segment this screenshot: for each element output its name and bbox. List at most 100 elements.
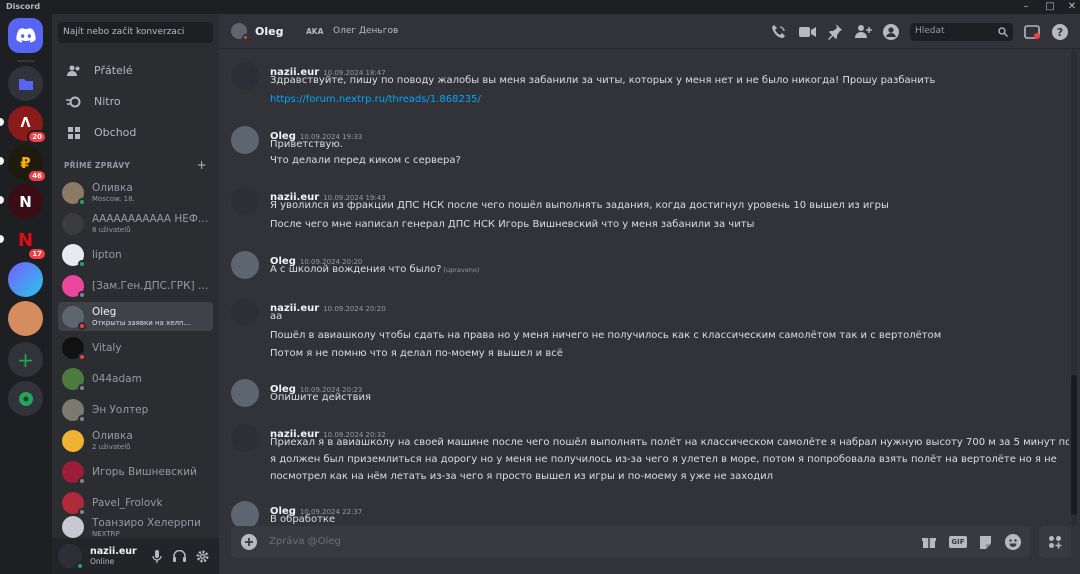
message-composer[interactable]: Zpráva @Oleg GIF (231, 526, 1030, 558)
message-text: Здравствуйте, пишу по поводу жалобы вы м… (270, 75, 936, 86)
avatar (62, 429, 84, 452)
status-online (76, 562, 84, 570)
dm-item-active[interactable]: Oleg Открыты заявки на хелп… (58, 302, 213, 331)
message-text-content: А с школой вождения что было? (270, 264, 442, 275)
headphones-icon[interactable] (172, 549, 186, 563)
dm-item[interactable]: Тоанзиро Хелеррпи NEXTRP (58, 516, 213, 538)
app-title: Discord (6, 2, 41, 11)
video-call-icon[interactable] (798, 23, 816, 41)
message-text: Пошёл в авиашколу чтобы сдать на права н… (270, 330, 942, 341)
server-icon-5[interactable] (8, 262, 43, 297)
message-avatar[interactable] (231, 251, 259, 279)
dm-item[interactable]: Эн Уолтер (58, 395, 213, 424)
gif-icon[interactable]: GIF (949, 534, 967, 550)
scrollbar-thumb[interactable] (1071, 375, 1077, 515)
edited-label: (upraveno) (443, 266, 480, 274)
dm-item[interactable]: Vitaly (58, 333, 213, 362)
server-icon-3[interactable]: N (8, 184, 43, 219)
nav-friends-label: Přátelé (94, 64, 133, 77)
user-profile-icon[interactable] (882, 23, 900, 41)
minimize-icon[interactable]: – (1014, 1, 1038, 13)
pin-icon[interactable] (826, 23, 844, 41)
message-scrollbar[interactable] (1071, 50, 1077, 526)
message-text: Что делали перед киком с сервера? (270, 155, 461, 166)
maximize-icon[interactable]: □ (1038, 1, 1062, 13)
dm-item[interactable]: [Зам.Ген.ДПС.ГРК] К… (58, 271, 213, 300)
gif-label: GIF (949, 536, 967, 548)
settings-gear-icon[interactable] (195, 549, 209, 563)
message-text: я должен был приземлиться на дорогу но у… (270, 454, 1057, 465)
voice-call-icon[interactable] (770, 23, 788, 41)
dm-item[interactable]: Оливка 2 uživatelů (58, 426, 213, 455)
dm-item[interactable]: Pavel_Frolovk (58, 488, 213, 517)
nav-friends[interactable]: Přátelé (58, 57, 213, 84)
message-text: А с школой вождения что было? (upraveno) (270, 264, 479, 275)
message-input[interactable]: Zpráva @Oleg (269, 536, 341, 547)
unread-indicator (0, 196, 4, 204)
gift-icon[interactable] (921, 534, 937, 550)
dm-subtext: 8 uživatelů (92, 226, 131, 234)
server-icon-1[interactable]: Λ 20 (8, 106, 47, 144)
user-avatar[interactable] (58, 544, 84, 570)
add-friends-icon[interactable] (854, 23, 872, 41)
status-offline (78, 414, 86, 423)
dm-item[interactable]: 044adam (58, 364, 213, 393)
dm-item[interactable]: ААААААААААА НЕФ… 8 uživatelů (58, 209, 213, 238)
aka-name: Олег Деньгов (333, 26, 399, 36)
message-text: Потом я не помню что я делал по-моему я … (270, 348, 563, 359)
message-avatar[interactable] (231, 126, 259, 154)
message-text: В обработке (270, 514, 336, 525)
dm-subtext: Moscow. 18. (92, 195, 135, 203)
avatar (62, 212, 84, 235)
folder-button[interactable] (8, 66, 43, 101)
message-timestamp: 10.09.2024 20:20 (323, 305, 386, 313)
message-avatar[interactable] (231, 298, 259, 326)
add-server-button[interactable]: + (8, 342, 43, 377)
server-icon-4[interactable]: N 17 (8, 223, 47, 261)
avatar (62, 367, 86, 392)
server-icon-6[interactable] (8, 301, 43, 336)
search-icon (998, 27, 1008, 37)
find-conversation-input[interactable]: Najít nebo začít konverzaci (58, 22, 213, 43)
avatar (62, 181, 86, 206)
status-offline (78, 476, 86, 485)
nav-shop[interactable]: Obchod (58, 119, 213, 146)
create-dm-icon[interactable]: + (197, 158, 207, 172)
status-dnd (78, 352, 86, 361)
help-icon[interactable]: ? (1051, 23, 1069, 41)
sticker-icon[interactable] (977, 534, 993, 550)
mention-badge: 46 (27, 169, 47, 183)
dm-name: Oleg (92, 306, 117, 318)
message-avatar[interactable] (231, 424, 259, 452)
dm-item[interactable]: lipton (58, 240, 213, 269)
server-icon-2[interactable]: ₽ 46 (8, 145, 47, 183)
status-offline (78, 290, 86, 299)
attach-plus-icon[interactable] (241, 534, 257, 550)
dm-name: Тоанзиро Хелеррпи (92, 516, 201, 529)
message-avatar[interactable] (231, 379, 259, 407)
search-input[interactable]: Hledat (910, 23, 1013, 41)
friends-icon (66, 63, 82, 79)
dm-name: 044adam (92, 372, 142, 385)
avatar (62, 460, 86, 485)
message-avatar[interactable] (231, 62, 259, 90)
message-link[interactable]: https://forum.nextrp.ru/threads/1.868235… (270, 94, 481, 105)
avatar (62, 243, 86, 268)
nav-nitro[interactable]: Nitro (58, 88, 213, 115)
explore-button[interactable] (8, 381, 43, 416)
app-launcher-button[interactable] (1039, 526, 1071, 558)
dm-item[interactable]: Оливка Moscow. 18. (58, 178, 213, 207)
dm-item[interactable]: Игорь Вишневский (58, 457, 213, 486)
message-avatar[interactable] (231, 187, 259, 215)
status-online (78, 197, 86, 206)
header-avatar (231, 23, 249, 41)
inbox-icon[interactable] (1023, 23, 1041, 41)
status-offline (78, 507, 86, 516)
close-icon[interactable]: ✕ (1060, 1, 1080, 13)
nitro-icon (66, 94, 82, 110)
status-online (78, 259, 86, 268)
emoji-icon[interactable] (1005, 534, 1021, 550)
message-avatar[interactable] (231, 501, 259, 526)
home-button[interactable] (8, 18, 43, 53)
microphone-icon[interactable] (150, 549, 164, 563)
